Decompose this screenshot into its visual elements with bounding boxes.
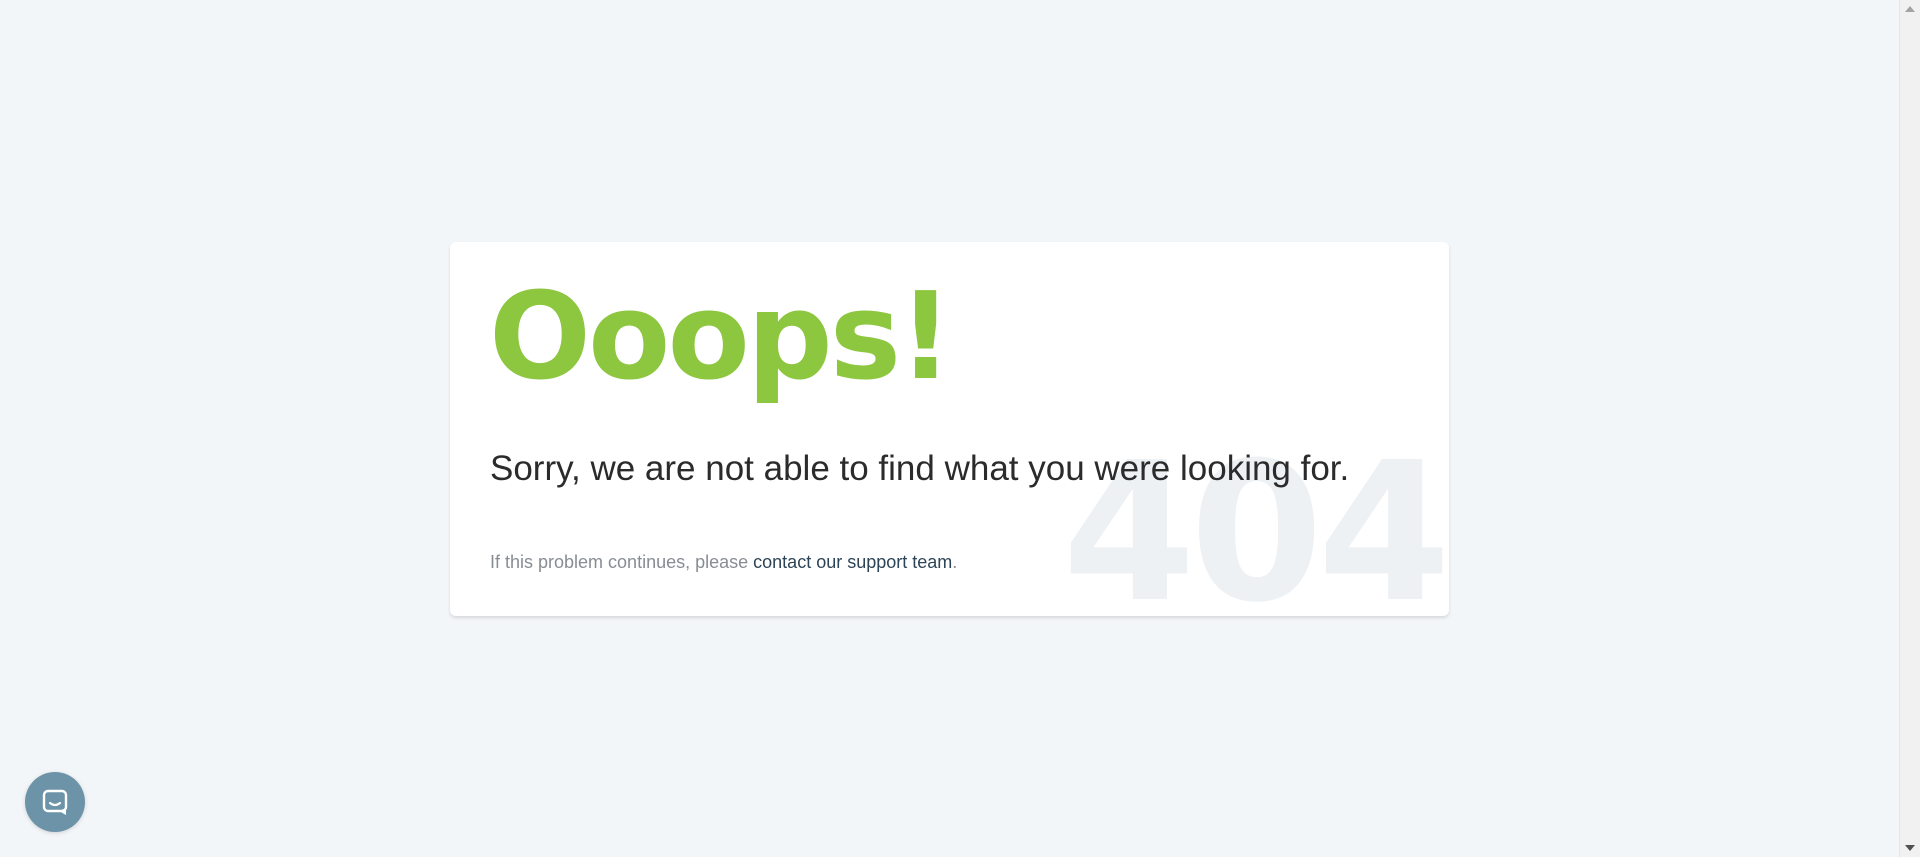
help-text: If this problem continues, please contac… xyxy=(490,552,957,573)
contact-support-link[interactable]: contact our support team xyxy=(753,552,952,572)
error-title: Ooops! xyxy=(489,268,953,407)
help-text-prefix: If this problem continues, please xyxy=(490,552,754,572)
help-text-suffix: . xyxy=(952,552,958,572)
page: 404 Ooops! Sorry, we are not able to fin… xyxy=(0,0,1920,857)
scroll-down-arrow-icon[interactable] xyxy=(1900,841,1920,855)
chat-bubble-icon xyxy=(42,789,68,815)
vertical-scrollbar[interactable] xyxy=(1899,0,1920,857)
error-message: Sorry, we are not able to find what you … xyxy=(490,449,1350,488)
error-card: 404 Ooops! Sorry, we are not able to fin… xyxy=(450,242,1449,616)
chat-launcher-button[interactable] xyxy=(25,772,85,832)
scroll-up-arrow-icon[interactable] xyxy=(1900,2,1920,16)
